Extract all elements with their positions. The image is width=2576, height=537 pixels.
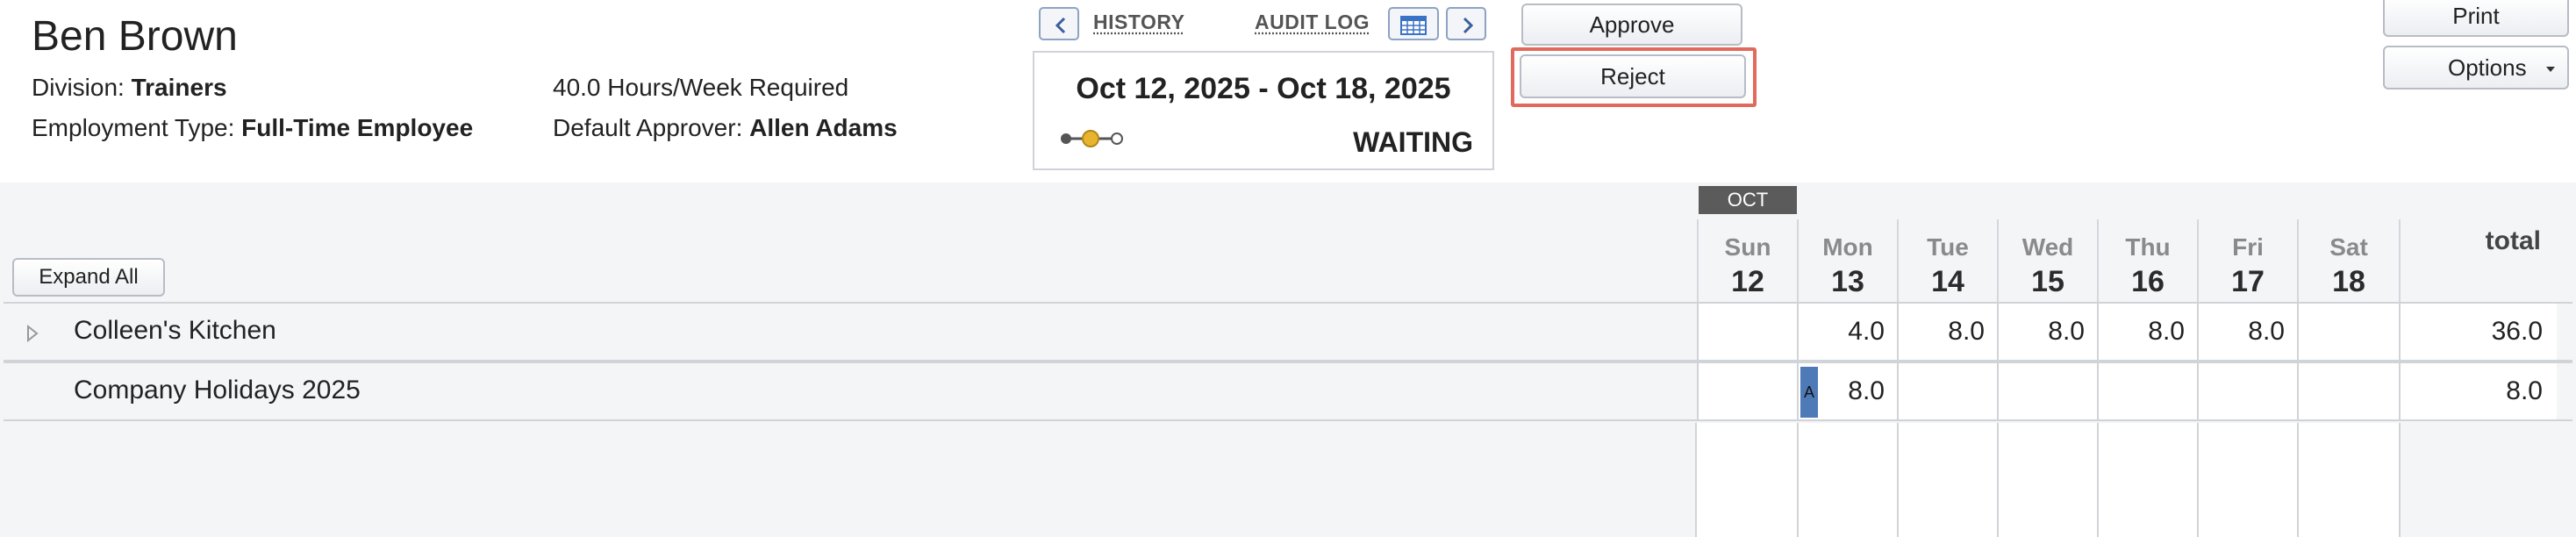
hours-cell[interactable] bbox=[1897, 363, 1997, 419]
total-column-header: total bbox=[2485, 226, 2541, 255]
approver-line: Default Approver: Allen Adams bbox=[553, 114, 898, 142]
approval-marker: A bbox=[1800, 367, 1818, 418]
column-divider bbox=[1797, 423, 1799, 537]
row-label: Colleen's Kitchen bbox=[74, 316, 276, 345]
approve-button[interactable]: Approve bbox=[1521, 4, 1742, 46]
row-total: 8.0 bbox=[2399, 363, 2557, 419]
hours-cell[interactable]: 8.0 bbox=[1997, 304, 2097, 360]
day-name: Sat bbox=[2329, 233, 2368, 261]
day-number: 16 bbox=[2131, 265, 2165, 298]
options-dropdown[interactable]: Options bbox=[2383, 46, 2569, 90]
approver-label: Default Approver: bbox=[553, 114, 750, 141]
period-summary: Oct 12, 2025 - Oct 18, 2025 WAITING bbox=[1033, 51, 1494, 170]
column-divider bbox=[2097, 423, 2099, 537]
division-line: Division: Trainers bbox=[32, 74, 227, 102]
print-button[interactable]: Print bbox=[2383, 0, 2569, 37]
caret-down-icon bbox=[2546, 67, 2555, 72]
employee-name: Ben Brown bbox=[32, 13, 238, 60]
hours-cell[interactable] bbox=[1697, 304, 1797, 360]
calendar-button[interactable] bbox=[1388, 7, 1439, 40]
calendar-icon bbox=[1400, 16, 1427, 35]
reject-button[interactable]: Reject bbox=[1520, 54, 1746, 98]
audit-log-link[interactable]: AUDIT LOG bbox=[1255, 11, 1370, 34]
options-label: Options bbox=[2448, 54, 2527, 81]
progress-step-3 bbox=[1111, 132, 1123, 145]
column-divider bbox=[2197, 423, 2199, 537]
day-header-wed: Wed 15 bbox=[1997, 219, 2097, 304]
day-number: 13 bbox=[1831, 265, 1864, 298]
month-label: OCT bbox=[1699, 186, 1797, 214]
hours-cell[interactable]: 8.0 bbox=[1897, 304, 1997, 360]
division-label: Division: bbox=[32, 74, 132, 101]
row-total: 36.0 bbox=[2399, 304, 2557, 360]
day-number: 12 bbox=[1731, 265, 1764, 298]
column-divider bbox=[1695, 423, 1697, 537]
hours-cell[interactable]: 8.0 bbox=[2097, 304, 2197, 360]
progress-step-1 bbox=[1061, 133, 1071, 144]
division-value: Trainers bbox=[131, 74, 227, 101]
day-name: Wed bbox=[2021, 233, 2074, 261]
column-divider bbox=[2297, 423, 2299, 537]
hours-cell[interactable]: 8.0 bbox=[2197, 304, 2297, 360]
column-divider bbox=[1997, 423, 1999, 537]
day-header-thu: Thu 16 bbox=[2097, 219, 2197, 304]
empty-grid-area bbox=[1697, 423, 2399, 537]
employment-type-value: Full-Time Employee bbox=[241, 114, 474, 141]
day-number: 14 bbox=[1931, 265, 1964, 298]
day-header-sat: Sat 18 bbox=[2297, 219, 2399, 304]
hours-cell[interactable] bbox=[1697, 363, 1797, 419]
hours-cell[interactable] bbox=[2297, 363, 2399, 419]
timesheet-header: Ben Brown Division: Trainers Employment … bbox=[0, 0, 2576, 183]
day-name: Sun bbox=[1724, 233, 1771, 261]
day-name: Mon bbox=[1822, 233, 1873, 261]
chevron-left-icon bbox=[1055, 17, 1066, 34]
expand-triangle-icon[interactable] bbox=[26, 325, 39, 342]
next-period-button[interactable] bbox=[1446, 7, 1486, 40]
table-row: Company Holidays 2025 A 8.0 8.0 bbox=[4, 362, 2572, 421]
previous-period-button[interactable] bbox=[1039, 7, 1079, 40]
employment-type-label: Employment Type: bbox=[32, 114, 242, 141]
day-name: Tue bbox=[1927, 233, 1969, 261]
hours-cell[interactable]: 4.0 bbox=[1797, 304, 1897, 360]
table-row: Colleen's Kitchen 4.0 8.0 8.0 8.0 8.0 36… bbox=[4, 302, 2572, 362]
column-divider bbox=[2399, 423, 2401, 537]
day-number: 18 bbox=[2332, 265, 2365, 298]
row-label: Company Holidays 2025 bbox=[74, 376, 361, 405]
hours-value: 8.0 bbox=[1848, 376, 1885, 405]
day-header-fri: Fri 17 bbox=[2197, 219, 2297, 304]
history-link[interactable]: HISTORY bbox=[1093, 11, 1184, 34]
hours-cell[interactable] bbox=[2297, 304, 2399, 360]
hours-cell[interactable]: A 8.0 bbox=[1797, 363, 1897, 419]
hours-cell[interactable] bbox=[2197, 363, 2297, 419]
day-number: 15 bbox=[2031, 265, 2064, 298]
hours-required: 40.0 Hours/Week Required bbox=[553, 74, 849, 101]
approval-progress-indicator bbox=[1061, 130, 1123, 147]
day-header-sun: Sun 12 bbox=[1697, 219, 1797, 304]
day-header-tue: Tue 14 bbox=[1897, 219, 1997, 304]
expand-all-button[interactable]: Expand All bbox=[12, 258, 165, 297]
day-number: 17 bbox=[2231, 265, 2265, 298]
status-badge: WAITING bbox=[1353, 126, 1473, 158]
hours-cell[interactable] bbox=[2097, 363, 2197, 419]
column-divider bbox=[1897, 423, 1899, 537]
chevron-right-icon bbox=[1463, 17, 1474, 34]
approver-value: Allen Adams bbox=[749, 114, 898, 141]
day-name: Thu bbox=[2125, 233, 2171, 261]
employment-type-line: Employment Type: Full-Time Employee bbox=[32, 114, 473, 142]
progress-step-2 bbox=[1082, 130, 1099, 147]
period-range: Oct 12, 2025 - Oct 18, 2025 bbox=[1076, 72, 1451, 105]
day-header-mon: Mon 13 bbox=[1797, 219, 1897, 304]
hours-cell[interactable] bbox=[1997, 363, 2097, 419]
day-name: Fri bbox=[2232, 233, 2264, 261]
